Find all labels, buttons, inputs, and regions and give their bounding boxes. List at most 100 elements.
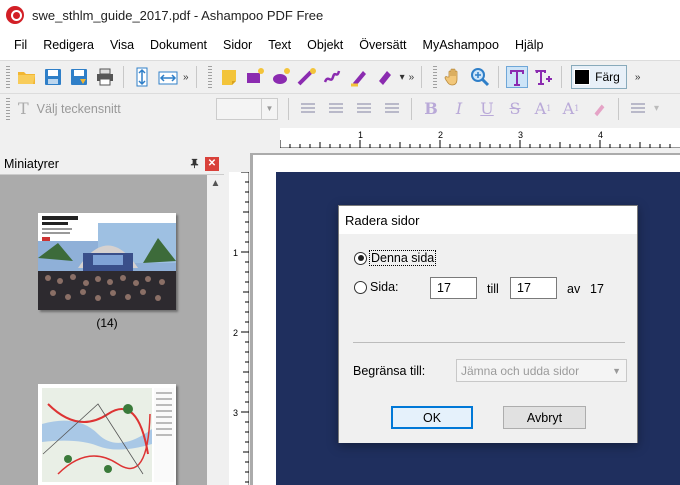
font-family-select[interactable]: T Välj teckensnitt <box>14 98 204 120</box>
delete-pages-dialog: Radera sidor Denna sida Sida: 17 till 17… <box>338 205 638 443</box>
align-justify-icon[interactable] <box>381 98 403 120</box>
italic-icon[interactable]: I <box>448 98 470 120</box>
from-page-field[interactable]: 17 <box>430 277 477 299</box>
subscript-icon[interactable]: A1 <box>560 98 582 120</box>
radio-current-page-label: Denna sida <box>369 250 437 266</box>
toolbar-separator <box>561 66 563 88</box>
menu-text[interactable]: Text <box>260 38 299 52</box>
underline-icon[interactable]: U <box>476 98 498 120</box>
menu-fil[interactable]: Fil <box>6 38 35 52</box>
line-spacing-chevron-icon[interactable]: ▾ <box>654 103 659 114</box>
overflow-chevron-icon[interactable]: » <box>183 72 189 83</box>
menu-dokument[interactable]: Dokument <box>142 38 215 52</box>
menu-sidor[interactable]: Sidor <box>215 38 260 52</box>
color-button-label: Färg <box>595 70 620 84</box>
menu-redigera[interactable]: Redigera <box>35 38 102 52</box>
dialog-divider <box>353 342 625 343</box>
menu-bar: Fil Redigera Visa Dokument Sidor Text Ob… <box>0 30 680 60</box>
line-annotation-icon[interactable] <box>296 66 318 88</box>
hand-tool-icon[interactable] <box>443 66 465 88</box>
ruler-number: 3 <box>518 130 524 140</box>
app-logo-icon <box>6 6 24 24</box>
ruler-number: 4 <box>598 130 604 140</box>
color-swatch <box>574 69 591 85</box>
radio-page-range-label: Sida: <box>370 280 399 294</box>
close-icon[interactable]: ✕ <box>205 156 219 171</box>
chevron-down-icon: ▼ <box>261 98 277 119</box>
toolbar-grip[interactable] <box>433 66 438 88</box>
menu-hjalp[interactable]: Hjälp <box>507 38 552 52</box>
fit-width-icon[interactable] <box>157 66 179 88</box>
thumbnail-label: (14) <box>96 316 118 330</box>
toolbar-grip[interactable] <box>207 66 212 88</box>
align-center-icon[interactable] <box>325 98 347 120</box>
thumbnail-scrollbar[interactable]: ▲ <box>207 175 224 485</box>
ruler-number: 2 <box>233 328 239 338</box>
of-label: av <box>567 282 581 296</box>
toolbar-separator <box>195 66 197 88</box>
save-icon[interactable] <box>42 66 64 88</box>
font-icon: T <box>18 99 29 118</box>
fit-height-icon[interactable] <box>131 66 153 88</box>
cancel-button[interactable]: Avbryt <box>503 406 586 429</box>
toolbar-separator <box>288 97 289 120</box>
save-as-icon[interactable] <box>68 66 90 88</box>
radio-current-page[interactable]: Denna sida <box>354 250 437 266</box>
menu-oversatt[interactable]: Översätt <box>351 38 414 52</box>
vertical-ruler: 1 2 3 <box>229 172 249 485</box>
zoom-icon[interactable] <box>469 66 491 88</box>
to-page-field[interactable]: 17 <box>510 277 557 299</box>
main-toolbar: » ▾ » Färg » <box>0 60 680 93</box>
toolbar-grip[interactable] <box>6 66 10 88</box>
align-left-icon[interactable] <box>297 98 319 120</box>
total-pages: 17 <box>590 282 604 296</box>
font-placeholder: Välj teckensnitt <box>36 101 121 116</box>
text-highlight-icon[interactable] <box>588 98 610 120</box>
stamp-dropdown-chevron-icon[interactable]: ▾ <box>400 72 405 83</box>
ruler-number: 1 <box>233 248 239 258</box>
pin-icon[interactable] <box>187 157 201 171</box>
toolbar-separator <box>421 66 423 88</box>
highlighter-icon[interactable] <box>348 66 370 88</box>
strikethrough-icon[interactable]: S <box>504 98 526 120</box>
align-right-icon[interactable] <box>353 98 375 120</box>
ruler-number: 2 <box>438 130 444 140</box>
menu-visa[interactable]: Visa <box>102 38 142 52</box>
print-icon[interactable] <box>94 66 116 88</box>
stamp-icon[interactable] <box>374 66 396 88</box>
radio-page-range-indicator[interactable] <box>354 280 367 294</box>
bold-icon[interactable]: B <box>420 98 442 120</box>
limit-select[interactable]: Jämna och udda sidor ▼ <box>456 359 627 382</box>
edit-text-icon[interactable] <box>506 66 529 88</box>
ok-button[interactable]: OK <box>391 406 473 429</box>
thumbnail-page-14[interactable] <box>38 213 176 310</box>
superscript-icon[interactable]: A1 <box>532 98 554 120</box>
toolbar-separator <box>123 66 124 88</box>
thumbnail-panel-title: Miniatyrer <box>4 156 59 171</box>
line-spacing-icon[interactable] <box>627 98 649 120</box>
note-icon[interactable] <box>218 66 240 88</box>
font-size-select[interactable]: ▼ <box>216 97 278 120</box>
open-folder-icon[interactable] <box>16 66 38 88</box>
overflow-chevron-icon[interactable]: » <box>635 72 641 83</box>
menu-objekt[interactable]: Objekt <box>299 38 351 52</box>
overflow-chevron-icon[interactable]: » <box>409 72 415 83</box>
toolbar-grip[interactable] <box>6 97 10 120</box>
dialog-title: Radera sidor <box>345 212 420 228</box>
ellipse-annotation-icon[interactable] <box>270 66 292 88</box>
freehand-icon[interactable] <box>322 66 344 88</box>
toolbar-separator <box>618 97 619 120</box>
chevron-down-icon: ▼ <box>612 366 621 376</box>
thumbnail-page-15[interactable] <box>38 384 176 485</box>
radio-current-page-indicator[interactable] <box>354 251 367 265</box>
to-label: till <box>487 282 499 296</box>
format-toolbar: T Välj teckensnitt ▼ B I U S A1 A1 ▾ <box>0 93 680 123</box>
color-button[interactable]: Färg <box>571 65 627 89</box>
menu-myashampoo[interactable]: MyAshampoo <box>415 38 507 52</box>
add-text-icon[interactable] <box>532 66 554 88</box>
radio-page-range[interactable]: Sida: <box>354 280 399 294</box>
limit-label: Begränsa till: <box>353 364 426 378</box>
scroll-up-arrow-icon[interactable]: ▲ <box>207 175 224 192</box>
rectangle-annotation-icon[interactable] <box>244 66 266 88</box>
toolbar-separator <box>498 66 500 88</box>
